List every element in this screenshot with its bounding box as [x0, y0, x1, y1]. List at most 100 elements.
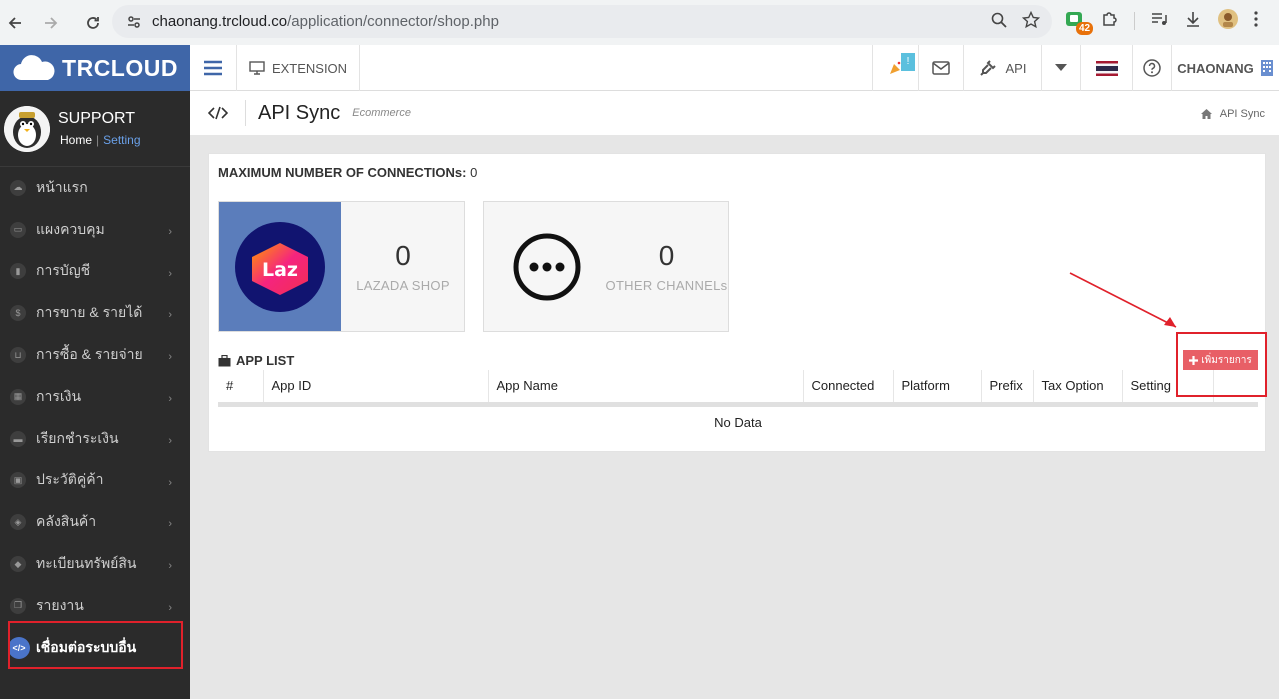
other-channels-count: 0 — [658, 240, 675, 271]
address-bar[interactable]: chaonang.trcloud.co/application/connecto… — [112, 5, 1052, 38]
download-icon[interactable] — [1183, 9, 1203, 32]
extensions-puzzle-icon[interactable] — [1100, 9, 1120, 32]
chevron-right-icon: › — [168, 309, 172, 322]
page-subtitle: Ecommerce — [352, 107, 411, 119]
cloud-icon: ☁ — [10, 179, 26, 196]
column-header-5[interactable]: Prefix — [981, 370, 1034, 407]
profile-avatar-icon[interactable] — [1217, 8, 1239, 33]
briefcase-icon — [218, 354, 231, 366]
avatar[interactable] — [4, 105, 50, 152]
extension-badge-icon[interactable]: 42 — [1064, 10, 1094, 35]
max-connections-label: MAXIMUM NUMBER OF CONNECTIONs: — [218, 165, 467, 180]
reload-icon[interactable] — [78, 8, 108, 38]
site-settings-icon[interactable] — [122, 10, 146, 34]
chevron-right-icon: › — [168, 601, 172, 614]
column-header-6[interactable]: Tax Option — [1033, 370, 1123, 407]
sidebar-item-6[interactable]: ▬ เรียกชำระเงิน › — [0, 418, 190, 460]
highlight-box-sidebar — [8, 621, 183, 669]
browser-menu-icon[interactable] — [1253, 10, 1259, 31]
diamond-icon: ◆ — [10, 556, 26, 573]
sidebar-item-9[interactable]: ◆ ทะเบียนทรัพย์สิน › — [0, 543, 190, 585]
mail-button[interactable] — [918, 45, 963, 91]
breadcrumb: API Sync — [1200, 108, 1265, 120]
extension-menu-button[interactable]: EXTENSION — [237, 45, 360, 91]
table-row: No Data — [218, 404, 1258, 438]
cubes-icon: ◈ — [10, 514, 26, 531]
highlight-box-add-button — [1176, 332, 1267, 397]
sidebar-item-4[interactable]: ⊔ การซื้อ & รายจ่าย › — [0, 334, 190, 376]
api-dropdown-button[interactable] — [1041, 45, 1080, 91]
user-profile: SUPPORT Home | Setting — [0, 91, 190, 167]
sidebar-item-label: แผงควบคุม — [36, 220, 105, 237]
chevron-right-icon: › — [168, 518, 172, 531]
other-channels-label: OTHER CHANNELs — [605, 278, 728, 293]
other-channels-card[interactable]: 0 OTHER CHANNELs — [483, 201, 729, 332]
ellipsis-circle-icon — [484, 202, 609, 331]
hamburger-menu-button[interactable] — [190, 45, 237, 91]
sidebar-item-0[interactable]: ☁ หน้าแรก — [0, 167, 190, 209]
sidebar-item-label: ทะเบียนทรัพย์สิน — [36, 555, 137, 572]
brand-logo[interactable]: TRCLOUD — [0, 45, 190, 91]
lazada-shop-card[interactable]: Laz 0 LAZADA SHOP — [218, 201, 465, 332]
url-host: chaonang.trcloud.co — [152, 13, 288, 30]
column-header-2[interactable]: App Name — [488, 370, 804, 407]
forward-icon[interactable] — [36, 8, 66, 38]
contact-icon: ▣ — [10, 472, 26, 489]
book-icon: ▮ — [10, 263, 26, 280]
column-header-0[interactable]: # — [218, 370, 264, 407]
sidebar-item-2[interactable]: ▮ การบัญชี › — [0, 251, 190, 293]
monitor-icon: ▭ — [10, 221, 26, 238]
column-header-3[interactable]: Connected — [803, 370, 894, 407]
company-button[interactable]: CHAONANG — [1171, 45, 1279, 91]
notification-button[interactable]: ! — [872, 45, 918, 91]
link-separator: | — [96, 133, 100, 147]
sidebar-item-7[interactable]: ▣ ประวัติคู่ค้า › — [0, 460, 190, 502]
sidebar-menu: ☁ หน้าแรก ▭ แผงควบคุม › ▮ การบัญชี › $ การขาย & ร… — [0, 167, 190, 669]
sidebar-item-1[interactable]: ▭ แผงควบคุม › — [0, 209, 190, 251]
language-button[interactable] — [1080, 45, 1132, 91]
column-header-1[interactable]: App ID — [263, 370, 489, 407]
lazada-logo-text: Laz — [262, 259, 298, 281]
api-button[interactable]: API — [963, 45, 1041, 91]
table-header-row: # App ID App Name Connected Platform Prefix Ta… — [218, 370, 1258, 407]
copy-icon: ❐ — [10, 597, 26, 614]
chevron-right-icon: › — [168, 476, 172, 489]
sidebar-item-label: การซื้อ & รายจ่าย — [36, 346, 143, 363]
sidebar-item-label: ประวัติคู่ค้า — [36, 471, 104, 488]
hamburger-icon — [204, 60, 222, 76]
bookmark-star-icon[interactable] — [1021, 10, 1041, 32]
cloud-logo-icon — [13, 55, 55, 81]
notification-badge: ! — [901, 53, 915, 71]
sidebar-item-label: การขาย & รายได้ — [36, 304, 143, 321]
max-connections: MAXIMUM NUMBER OF CONNECTIONs: 0 — [218, 165, 477, 180]
media-queue-icon[interactable] — [1149, 9, 1169, 32]
building-icon — [1260, 60, 1273, 76]
column-header-4[interactable]: Platform — [893, 370, 982, 407]
chevron-right-icon: › — [168, 434, 172, 447]
sidebar-item-3[interactable]: $ การขาย & รายได้ › — [0, 292, 190, 334]
no-data-cell: No Data — [714, 414, 762, 430]
home-link[interactable]: Home — [60, 133, 92, 147]
sidebar-item-label: รายงาน — [36, 596, 84, 613]
code-icon — [190, 100, 246, 126]
home-icon[interactable] — [1200, 109, 1212, 119]
plug-icon — [979, 60, 996, 76]
cart-icon: ⊔ — [10, 347, 26, 364]
url-text: chaonang.trcloud.co/application/connecto… — [152, 13, 499, 30]
sidebar-item-5[interactable]: ▦ การเงิน › — [0, 376, 190, 418]
back-icon[interactable] — [0, 8, 30, 38]
lazada-shop-label: LAZADA SHOP — [356, 278, 450, 293]
brand-name: TRCLOUD — [62, 54, 178, 81]
company-name: CHAONANG — [1177, 60, 1254, 76]
extension-count-badge: 42 — [1076, 21, 1094, 35]
breadcrumb-current: API Sync — [1219, 108, 1265, 120]
setting-link[interactable]: Setting — [103, 133, 140, 147]
zoom-icon[interactable] — [990, 11, 1008, 32]
app-list-title: APP LIST — [236, 353, 295, 368]
dollar-icon: $ — [10, 305, 26, 322]
chevron-right-icon: › — [168, 392, 172, 405]
sidebar-item-8[interactable]: ◈ คลังสินค้า › — [0, 501, 190, 543]
help-button[interactable] — [1132, 45, 1171, 91]
page-header: API Sync Ecommerce API Sync — [190, 91, 1279, 135]
api-label: API — [1005, 60, 1027, 76]
